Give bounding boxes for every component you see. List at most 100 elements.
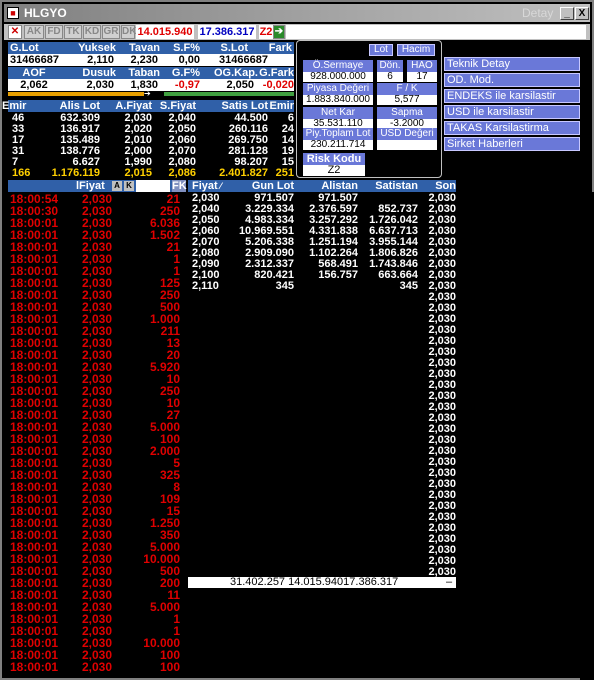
osermaye-label: Ö.Sermaye [303,60,373,72]
depth-cell: 1.176.119 [51,167,100,179]
value-yuksek: 2,110 [87,54,114,66]
menu-takas[interactable]: TAKAS Karsilastirma [444,121,580,135]
piy-toplam-lot-label: Piy.Toplam Lot [303,128,373,140]
col-dusuk: Dusuk [82,67,116,79]
total-values: 31.402.257 14.015.94017.386.317 [230,576,399,588]
minimize-button[interactable]: _ [560,7,574,20]
a-button[interactable]: A [112,181,122,191]
trade-lot: 1 [173,612,180,626]
close-icon[interactable]: ✕ [8,25,22,39]
piyasa-label: Piyasa Değeri [303,83,373,95]
trade-lot: 325 [159,468,180,482]
osermaye-value: 928.000.000 [303,72,373,82]
toolbar-fd[interactable]: FD [45,25,63,39]
usd-value [377,140,437,150]
toolbar-ak[interactable]: AK [24,25,44,39]
value-gf: -0,97 [174,79,200,91]
arrow-right-icon[interactable]: ➔ [273,25,285,39]
col-sfiyat: S.Fiyat [159,100,196,112]
col-gun-lot: Gun Lot [251,180,294,192]
trades-header: lFiyat A K FK [8,180,187,192]
value-gfark: -0,020 [262,79,294,91]
app-icon: ■ [7,7,19,19]
value-dusuk: 2,030 [86,79,114,91]
depth-header: Emir Alis Lot A.Fiyat S.Fiyat Satis Lot … [2,100,294,112]
menu-endeks[interactable]: ENDEKS ile karsilastir [444,89,580,103]
scrollbar[interactable] [580,192,594,680]
risk-kodu-value: Z2 [303,165,365,176]
toolbar: ✕ AK FD TK KD GR DK 14.015.940 17.386.31… [4,24,590,40]
summary-values-2: 2,062 2,030 1,830 -0,97 2,050 -0,020 [8,79,294,91]
close-button[interactable]: X [575,7,589,20]
distribution-row: 2,110 345 345 [188,281,456,292]
risk-kodu-label: Risk Kodu [303,153,365,165]
toolbar-tk[interactable]: TK [64,25,82,39]
amount-value: 17.386.317 [198,25,256,39]
trade-lot: 2.000 [149,444,180,458]
trade-time: 18:00:01 [10,660,59,674]
don-label: Dön. [377,60,403,72]
col-ogkap: OG.Kap. [213,67,258,79]
col-tavan: Tavan [129,42,160,54]
col-alis-lot: Alis Lot [59,100,100,112]
dist-alistan: 156.757 [318,269,358,281]
bid-bar [8,92,144,96]
col-slot: S.Lot [220,42,249,54]
trade-price: 2,030 [81,660,112,674]
col-afiyat: A.Fiyat [115,100,152,112]
lot-button[interactable]: Lot [369,44,393,56]
piyasa-value: 1.883.840.000 [303,95,373,105]
value-tavan: 2,230 [130,54,158,66]
menu-usd[interactable]: USD ile karsilastir [444,105,580,119]
col-satistan: Satistan [375,180,418,192]
depth-cell: 251 [275,167,294,179]
usd-label: USD Değeri [377,128,437,140]
info-panel: Lot Hacim Ö.Sermaye 928.000.000 Dön. 6 H… [296,40,442,178]
sort-icon: ⁄ [220,181,222,191]
distribution-total: 31.402.257 14.015.94017.386.317 – [188,577,456,588]
arrow-right-icon: ➔ [144,90,164,98]
ask-bar [164,92,294,96]
dist-satistan: 345 [399,280,418,292]
sapma-label: Sapma [377,107,437,119]
detail-label[interactable]: Detay [522,6,553,20]
col-gf: G.F% [171,67,200,79]
total-suffix: – [446,576,453,588]
fk-label: F / K [377,83,437,95]
k-button[interactable]: K [124,181,134,191]
toolbar-kd[interactable]: KD [83,25,101,39]
summary-header-1: G.Lot Yuksek Tavan S.F% S.Lot Fark [8,42,294,54]
hacim-button[interactable]: Hacim [397,44,435,56]
fk-value: 5,577 [377,95,437,105]
price-range-bar: ➔ [8,90,294,98]
menu-teknik-detay[interactable]: Teknik Detay [444,57,580,71]
trade-row: 18:00:01 2,030 100 [8,661,186,673]
dist-price: 2,110 [192,280,219,292]
col-alistan: Alistan [321,180,358,192]
depth-cell: 166 [12,167,31,179]
toolbar-dk[interactable]: DK [121,25,136,39]
app-window: ■ HLGYO Detay _ X ✕ AK FD TK KD GR DK 14… [0,0,594,680]
hao-label: HAO [407,60,437,72]
piy-toplam-lot-value: 230.211.714 [303,140,373,150]
depth-cell: 2,015 [124,167,152,179]
menu-sirket-haberleri[interactable]: Sirket Haberleri [444,137,580,151]
trade-lot: 5.000 [149,600,180,614]
col-emir-bid: Emir [2,100,27,112]
filter-input[interactable] [136,180,170,192]
command-input[interactable] [286,25,586,39]
col-yuksek: Yuksek [78,42,116,54]
summary-header-2: AOF Dusuk Taban G.F% OG.Kap. G.Fark [8,67,294,79]
depth-cell: 2,086 [168,167,196,179]
value-ogkap: 2,050 [226,79,254,91]
menu-od-mod[interactable]: OD. Mod. [444,73,580,87]
toolbar-gr[interactable]: GR [102,25,120,39]
trade-lot: 1 [173,252,180,266]
depth-cell: 2.401.827 [219,167,268,179]
fk-button[interactable]: FK [172,180,187,192]
col-taban: Taban [128,67,160,79]
window-title: HLGYO [24,6,67,20]
value-sf: 0,00 [178,54,200,66]
col-fiyat[interactable]: Fiyat [192,180,218,192]
risk-code-value: Z2 [259,25,273,39]
